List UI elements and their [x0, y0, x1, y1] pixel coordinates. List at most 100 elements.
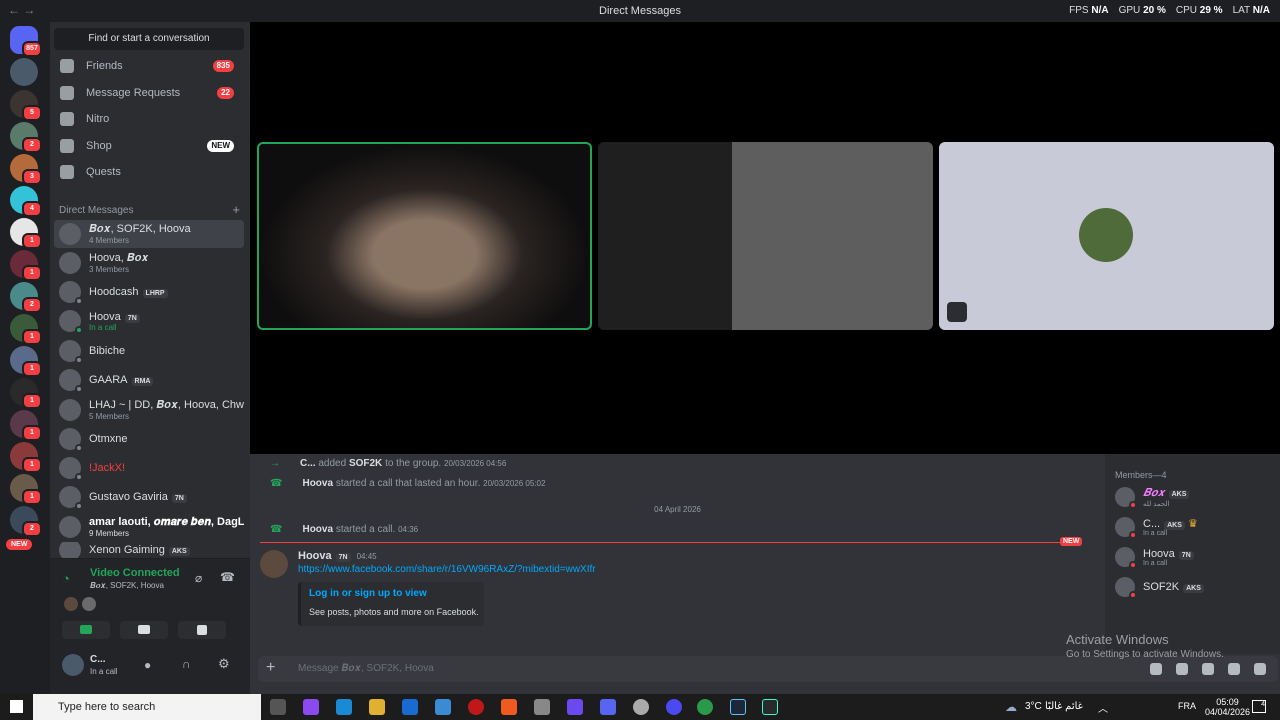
create-dm-plus-icon[interactable]: +	[232, 202, 240, 217]
sticker-icon[interactable]	[1202, 663, 1214, 675]
author-name[interactable]: Hoova	[298, 550, 332, 562]
server-icon[interactable]: 1	[10, 442, 42, 473]
video-tile[interactable]	[939, 142, 1274, 330]
server-icon[interactable]: 1	[10, 378, 42, 409]
discord-taskbar-icon[interactable]	[600, 699, 616, 715]
gear-icon[interactable]: ⚙	[218, 656, 230, 672]
server-icon[interactable]: 5	[10, 90, 42, 121]
server-icon[interactable]: 2	[10, 282, 42, 313]
message-link[interactable]: https://www.facebook.com/share/r/16VW96R…	[298, 564, 596, 575]
avatar[interactable]	[260, 550, 288, 578]
server-badge: 2	[22, 521, 42, 537]
server-icon[interactable]: 2	[10, 506, 42, 537]
apps-icon[interactable]	[1254, 663, 1266, 675]
dm-item[interactable]: Hoova 7N In a call	[54, 307, 244, 335]
server-icon[interactable]: 4	[10, 186, 42, 217]
member-sub: In a call	[1143, 559, 1168, 567]
avatar	[64, 597, 78, 611]
dm-item[interactable]: Hoova, 𝑩𝒐𝒙 3 Members	[54, 249, 244, 277]
noise-suppression-icon[interactable]: ⌀	[195, 571, 202, 585]
dm-item[interactable]: LHAJ ~ | DD, 𝑩𝒐𝒙, Hoova, Chwi... 5 Member…	[54, 396, 244, 424]
dm-item[interactable]: Otmxne	[54, 425, 244, 453]
dm-item[interactable]: !JackX!	[54, 454, 244, 482]
task-view-icon[interactable]	[270, 699, 286, 715]
obs-icon[interactable]	[633, 699, 649, 715]
member-item[interactable]: C... AKS ♛ In a call	[1115, 514, 1275, 540]
dm-item[interactable]: Hoodcash LHRP	[54, 278, 244, 306]
steam-icon[interactable]	[730, 699, 746, 715]
server-icon[interactable]	[10, 58, 38, 86]
file-explorer-icon[interactable]	[369, 699, 385, 715]
app-icon[interactable]	[468, 699, 484, 715]
user-status: In a call	[90, 667, 118, 676]
disconnect-icon[interactable]: ☎	[220, 570, 235, 584]
gift-icon[interactable]	[1150, 663, 1162, 675]
member-item[interactable]: Hoova 7N In a call	[1115, 544, 1275, 570]
app-icon[interactable]	[567, 699, 583, 715]
voice-status: Video Connected	[90, 567, 180, 579]
find-conversation-button[interactable]: Find or start a conversation	[54, 28, 244, 50]
mail-icon[interactable]	[402, 699, 418, 715]
emoji-icon[interactable]	[1228, 663, 1240, 675]
member-item[interactable]: 𝑩𝒐𝒙 AKS الحمد لله	[1115, 484, 1275, 510]
server-icon[interactable]: 1	[10, 410, 42, 441]
server-icon[interactable]: 2	[10, 122, 42, 153]
headphones-icon[interactable]: ∩	[182, 657, 191, 671]
store-icon[interactable]	[435, 699, 451, 715]
avatar	[59, 340, 83, 364]
video-tile[interactable]	[598, 142, 933, 330]
main-panel: → C... added SOF2K to the group. 20/03/20…	[250, 22, 1280, 694]
fps-label: FPS	[1069, 5, 1089, 16]
server-icon[interactable]: 1	[10, 346, 42, 377]
new-servers-pill[interactable]: NEW	[6, 539, 33, 550]
cloud-icon: ☁	[1005, 700, 1017, 714]
tray-chevron-icon[interactable]: ︿	[1098, 700, 1108, 715]
app-icon[interactable]	[762, 699, 778, 715]
server-icon[interactable]: 1	[10, 250, 42, 281]
avatar[interactable]	[62, 654, 84, 676]
server-icon[interactable]: 1	[10, 314, 42, 345]
dm-item[interactable]: 𝑩𝒐𝒙, SOF2K, Hoova 4 Members	[54, 220, 244, 248]
server-icon[interactable]: 1	[10, 474, 42, 505]
brave-icon[interactable]	[501, 699, 517, 715]
nav-quests[interactable]: Quests	[54, 159, 244, 185]
clock[interactable]: 05:09 04/04/2026	[1205, 697, 1250, 717]
message-input[interactable]: Message 𝑩𝒐𝒙, SOF2K, Hoova	[298, 663, 434, 674]
dm-item[interactable]: Bibiche	[54, 337, 244, 365]
edge-icon[interactable]	[336, 699, 352, 715]
discord-home-icon[interactable]: 857	[10, 26, 42, 57]
notification-icon[interactable]: 4	[1252, 700, 1266, 713]
weather-temp[interactable]: 3°C	[1025, 701, 1042, 712]
user-name: C...	[90, 654, 106, 665]
microphone-icon[interactable]: ●	[144, 658, 151, 672]
attach-plus-icon[interactable]: +	[266, 659, 275, 677]
screenshare-button[interactable]	[120, 621, 168, 639]
server-icon[interactable]: 3	[10, 154, 42, 185]
dm-item[interactable]: Gustavo Gaviria 7N	[54, 483, 244, 511]
dm-item[interactable]: Xenon Gaiming AKS	[54, 542, 244, 558]
weather-text[interactable]: غائم غالبًا	[1045, 701, 1083, 712]
new-messages-divider	[260, 542, 1080, 543]
server-icon[interactable]: 1	[10, 218, 42, 249]
nav-nitro[interactable]: Nitro	[54, 106, 244, 132]
taskbar-search[interactable]: Type here to search	[33, 694, 261, 720]
dm-item[interactable]: GAARA RMA	[54, 366, 244, 394]
nav-message-requests[interactable]: Message Requests 22	[54, 80, 244, 106]
app-icon[interactable]	[303, 699, 319, 715]
app-icon[interactable]	[666, 699, 682, 715]
embed-title[interactable]: Log in or sign up to view	[309, 588, 427, 599]
activities-button[interactable]	[178, 621, 226, 639]
member-item[interactable]: SOF2K AKS	[1115, 574, 1275, 600]
language-indicator[interactable]: FRA	[1178, 701, 1196, 711]
dm-item[interactable]: amar laouti, 𝒐𝒎𝒂𝒓𝒆 𝒃𝒆𝒏, DagLa,...9 Membe…	[54, 513, 244, 541]
camera-button[interactable]	[62, 621, 110, 639]
app-icon[interactable]	[534, 699, 550, 715]
gif-icon[interactable]	[1176, 663, 1188, 675]
windows-start-icon[interactable]	[10, 700, 23, 713]
chrome-icon[interactable]	[697, 699, 713, 715]
video-tile[interactable]	[257, 142, 592, 330]
nav-friends[interactable]: Friends 835	[54, 53, 244, 79]
nav-shop[interactable]: Shop NEW	[54, 133, 244, 159]
avatar	[59, 457, 83, 481]
voice-channel[interactable]: 𝑩𝒐𝒙, SOF2K, Hoova	[90, 581, 164, 591]
